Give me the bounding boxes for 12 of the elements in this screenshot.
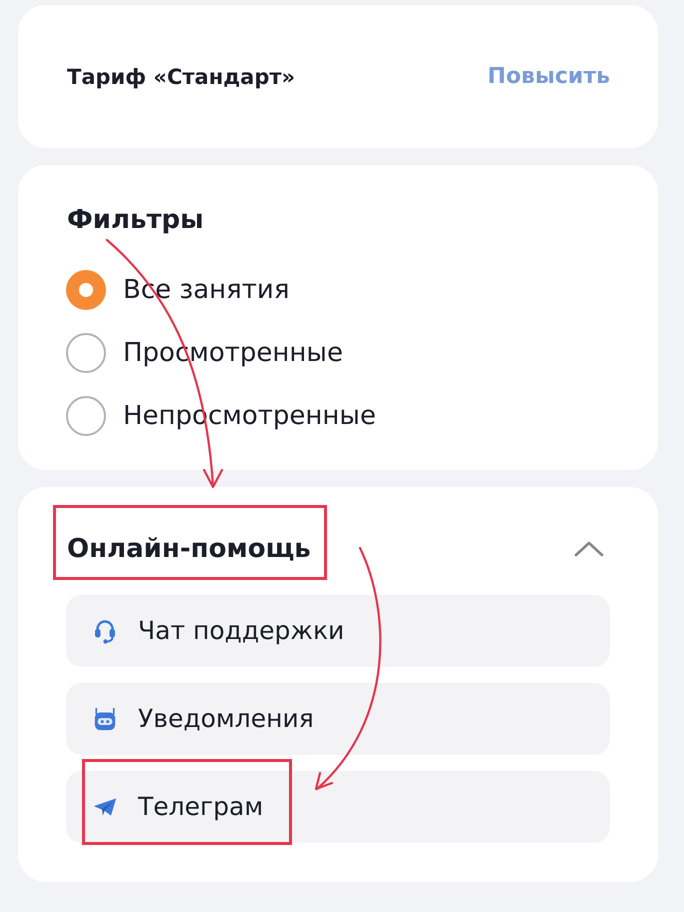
filters-heading: Фильтры	[66, 204, 205, 237]
headset-icon	[93, 618, 117, 644]
help-item[interactable]: Чат поддержки	[66, 595, 610, 667]
help-heading: Онлайн-помощь	[66, 533, 311, 566]
robot-icon	[93, 706, 117, 732]
radio-button[interactable]	[66, 333, 106, 373]
chevron-up-icon[interactable]	[574, 541, 604, 557]
help-item[interactable]: Телеграм	[66, 771, 610, 843]
help-item[interactable]: Уведомления	[66, 683, 610, 755]
plan-label: Тариф «Стандарт»	[67, 64, 296, 90]
radio-button[interactable]	[66, 396, 106, 436]
radio-button[interactable]	[66, 270, 106, 310]
